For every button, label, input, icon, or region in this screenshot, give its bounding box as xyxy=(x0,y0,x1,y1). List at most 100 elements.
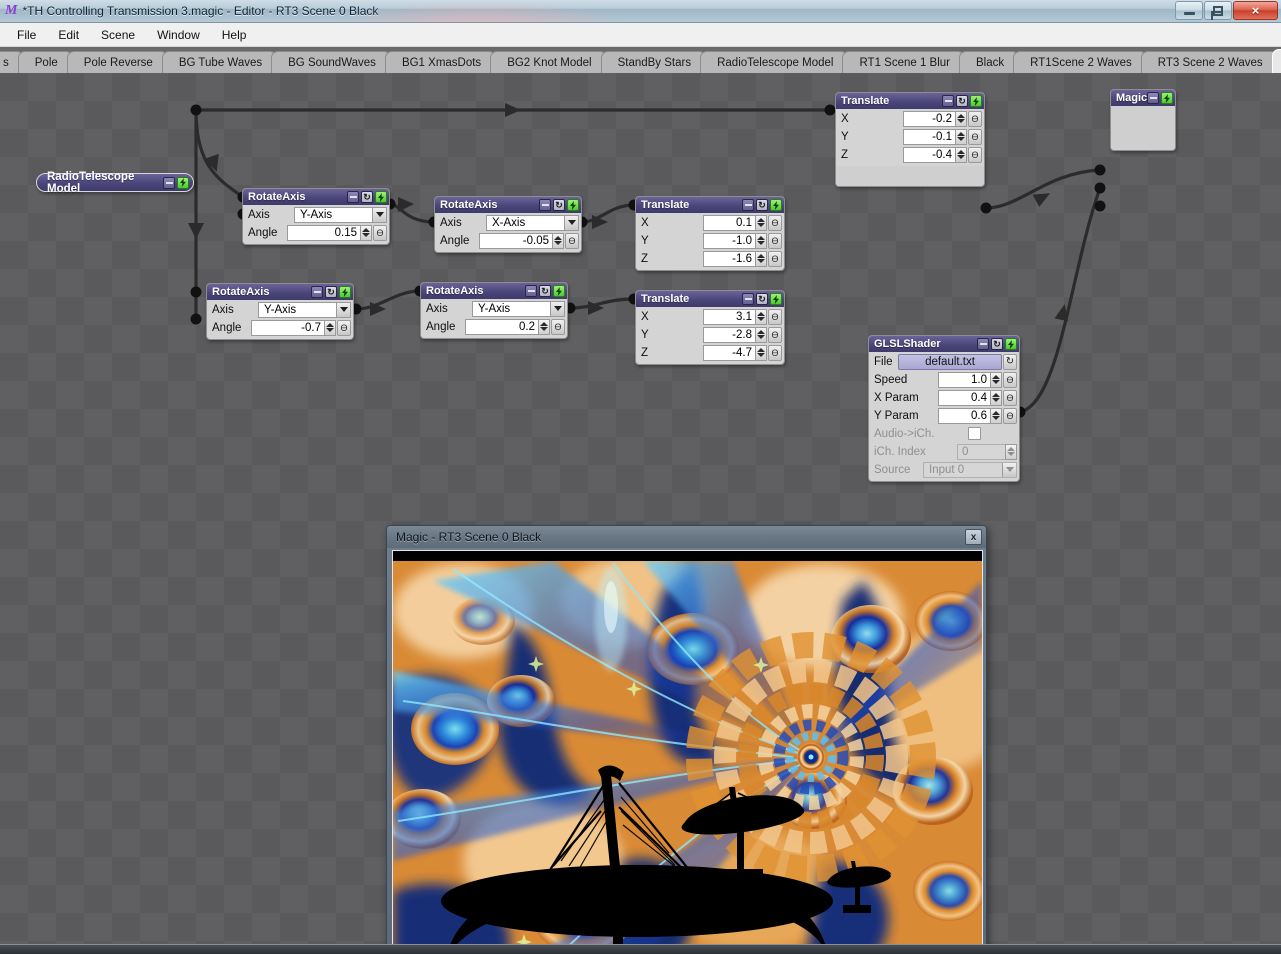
node-rotateaxis-1[interactable]: RotateAxis ↻ Axis Y-Axis Angle 0.15 ϴ xyxy=(242,188,390,245)
link-param-button[interactable]: ϴ xyxy=(768,250,782,267)
spinner-icon[interactable] xyxy=(990,371,1002,388)
minimize-icon[interactable] xyxy=(742,199,754,211)
spinner-icon[interactable] xyxy=(755,214,767,231)
tab-rt1-scene-1-blur[interactable]: RT1 Scene 1 Blur xyxy=(842,51,966,73)
reload-icon[interactable]: ↻ xyxy=(1003,353,1017,370)
link-param-button[interactable]: ϴ xyxy=(768,214,782,231)
link-param-button[interactable]: ϴ xyxy=(551,318,565,335)
angle-stepper[interactable]: -0.7 ϴ xyxy=(251,319,351,336)
spinner-icon[interactable] xyxy=(755,232,767,249)
spinner-icon[interactable] xyxy=(955,146,967,163)
minimize-icon[interactable] xyxy=(1147,92,1160,104)
z-stepper[interactable]: -0.4 ϴ xyxy=(903,146,982,163)
z-value[interactable]: -1.6 xyxy=(703,250,755,267)
minimize-icon[interactable] xyxy=(347,191,359,203)
speed-value[interactable]: 1.0 xyxy=(938,371,990,388)
source-dropdown[interactable]: Input 0 xyxy=(923,461,1017,478)
cycle-icon[interactable]: ↻ xyxy=(756,199,768,211)
tab-bg-soundwaves[interactable]: BG SoundWaves xyxy=(271,51,391,73)
spinner-icon[interactable] xyxy=(955,110,967,127)
chevron-down-icon[interactable] xyxy=(1002,462,1016,477)
spinner-icon[interactable] xyxy=(990,407,1002,424)
cycle-icon[interactable]: ↻ xyxy=(991,338,1003,350)
y-value[interactable]: -2.8 xyxy=(703,326,755,343)
spinner-icon[interactable] xyxy=(955,128,967,145)
spinner-icon[interactable] xyxy=(755,308,767,325)
node-header[interactable]: Translate ↻ xyxy=(636,197,784,213)
node-rotateaxis-3[interactable]: RotateAxis ↻ Axis Y-Axis Angle -0.7 ϴ xyxy=(206,283,354,340)
tab-pole-reverse[interactable]: Pole Reverse xyxy=(66,51,168,73)
preview-window[interactable]: Magic - RT3 Scene 0 Black x xyxy=(386,525,987,954)
tab-rt3-scene-2-waves[interactable]: RT3 Scene 2 Waves xyxy=(1140,51,1278,73)
node-translate-mid[interactable]: Translate ↻ X 0.1 ϴ Y -1.0 ϴ Z -1.6 ϴ xyxy=(635,196,785,271)
spinner-icon[interactable] xyxy=(1005,443,1017,460)
ich-index-value[interactable]: 0 xyxy=(957,443,1005,460)
y-value[interactable]: -0.1 xyxy=(903,128,955,145)
minimize-icon[interactable] xyxy=(977,338,989,350)
audio-to-ich-checkbox[interactable] xyxy=(968,427,981,440)
node-header[interactable]: Translate ↻ xyxy=(836,93,984,109)
minimize-icon[interactable] xyxy=(942,95,954,107)
minimize-icon[interactable] xyxy=(539,199,551,211)
xparam-stepper[interactable]: 0.4 ϴ xyxy=(938,389,1017,406)
tab-bg2-knot-model[interactable]: BG2 Knot Model xyxy=(490,51,607,73)
yparam-value[interactable]: 0.6 xyxy=(938,407,990,424)
cycle-icon[interactable]: ↻ xyxy=(361,191,373,203)
menu-item-help[interactable]: Help xyxy=(211,25,258,45)
link-param-button[interactable]: ϴ xyxy=(968,110,982,127)
axis-dropdown[interactable]: Y-Axis xyxy=(258,301,351,318)
os-taskbar[interactable] xyxy=(0,944,1281,954)
tab-standby-stars[interactable]: StandBy Stars xyxy=(600,51,707,73)
node-header[interactable]: RotateAxis ↻ xyxy=(243,189,389,205)
menu-item-scene[interactable]: Scene xyxy=(90,25,146,45)
node-rotateaxis-4[interactable]: RotateAxis ↻ Axis Y-Axis Angle 0.2 ϴ xyxy=(420,282,568,339)
cycle-icon[interactable]: ↻ xyxy=(553,199,565,211)
node-header[interactable]: RotateAxis ↻ xyxy=(435,197,581,213)
link-param-button[interactable]: ϴ xyxy=(1003,371,1017,388)
power-icon[interactable] xyxy=(1161,92,1174,104)
link-param-button[interactable]: ϴ xyxy=(768,308,782,325)
node-translate-top[interactable]: Translate ↻ X -0.2 ϴ Y -0.1 ϴ Z -0.4 ϴ xyxy=(835,92,985,187)
angle-value[interactable]: 0.2 xyxy=(465,318,538,335)
minimize-icon[interactable] xyxy=(742,293,754,305)
z-stepper[interactable]: -4.7 ϴ xyxy=(703,344,782,361)
minimize-icon[interactable] xyxy=(311,286,323,298)
spinner-icon[interactable] xyxy=(360,224,372,241)
axis-dropdown[interactable]: X-Axis xyxy=(486,214,579,231)
angle-value[interactable]: -0.05 xyxy=(479,232,552,249)
node-glslshader[interactable]: GLSLShader ↻ File default.txt ↻ Speed 1.… xyxy=(868,335,1020,482)
link-param-button[interactable]: ϴ xyxy=(1003,407,1017,424)
angle-stepper[interactable]: -0.05 ϴ xyxy=(479,232,579,249)
link-param-button[interactable]: ϴ xyxy=(968,146,982,163)
preview-close-button[interactable]: x xyxy=(965,529,982,545)
link-param-button[interactable]: ϴ xyxy=(968,128,982,145)
minimize-icon[interactable] xyxy=(163,176,175,189)
z-stepper[interactable]: -1.6 ϴ xyxy=(703,250,782,267)
node-header[interactable]: Translate ↻ xyxy=(636,291,784,307)
cycle-icon[interactable]: ↻ xyxy=(325,286,337,298)
link-param-button[interactable]: ϴ xyxy=(337,319,351,336)
node-rotateaxis-2[interactable]: RotateAxis ↻ Axis X-Axis Angle -0.05 ϴ xyxy=(434,196,582,253)
angle-stepper[interactable]: 0.15 ϴ xyxy=(287,224,387,241)
node-graph-canvas[interactable]: RadioTelescope Model RotateAxis ↻ Axis Y… xyxy=(0,73,1281,954)
tab-pole[interactable]: Pole xyxy=(17,51,73,73)
node-header[interactable]: RotateAxis ↻ xyxy=(421,283,567,299)
y-stepper[interactable]: -2.8 ϴ xyxy=(703,326,782,343)
y-value[interactable]: -1.0 xyxy=(703,232,755,249)
link-param-button[interactable]: ϴ xyxy=(768,326,782,343)
close-button[interactable]: × xyxy=(1233,1,1278,20)
angle-value[interactable]: 0.15 xyxy=(287,224,360,241)
link-param-button[interactable]: ϴ xyxy=(373,224,387,241)
link-param-button[interactable]: ϴ xyxy=(1003,389,1017,406)
chevron-down-icon[interactable] xyxy=(550,301,564,316)
x-value[interactable]: -0.2 xyxy=(903,110,955,127)
menu-item-file[interactable]: File xyxy=(6,25,47,45)
tab-rt1scene-2-waves[interactable]: RT1Scene 2 Waves xyxy=(1013,51,1147,73)
power-icon[interactable] xyxy=(375,191,387,203)
yparam-stepper[interactable]: 0.6 ϴ xyxy=(938,407,1017,424)
menu-item-window[interactable]: Window xyxy=(146,25,211,45)
shader-file-button[interactable]: default.txt xyxy=(898,353,1002,370)
chevron-down-icon[interactable] xyxy=(336,302,350,317)
angle-stepper[interactable]: 0.2 ϴ xyxy=(465,318,565,335)
tab-bg-tube-waves[interactable]: BG Tube Waves xyxy=(161,51,278,73)
